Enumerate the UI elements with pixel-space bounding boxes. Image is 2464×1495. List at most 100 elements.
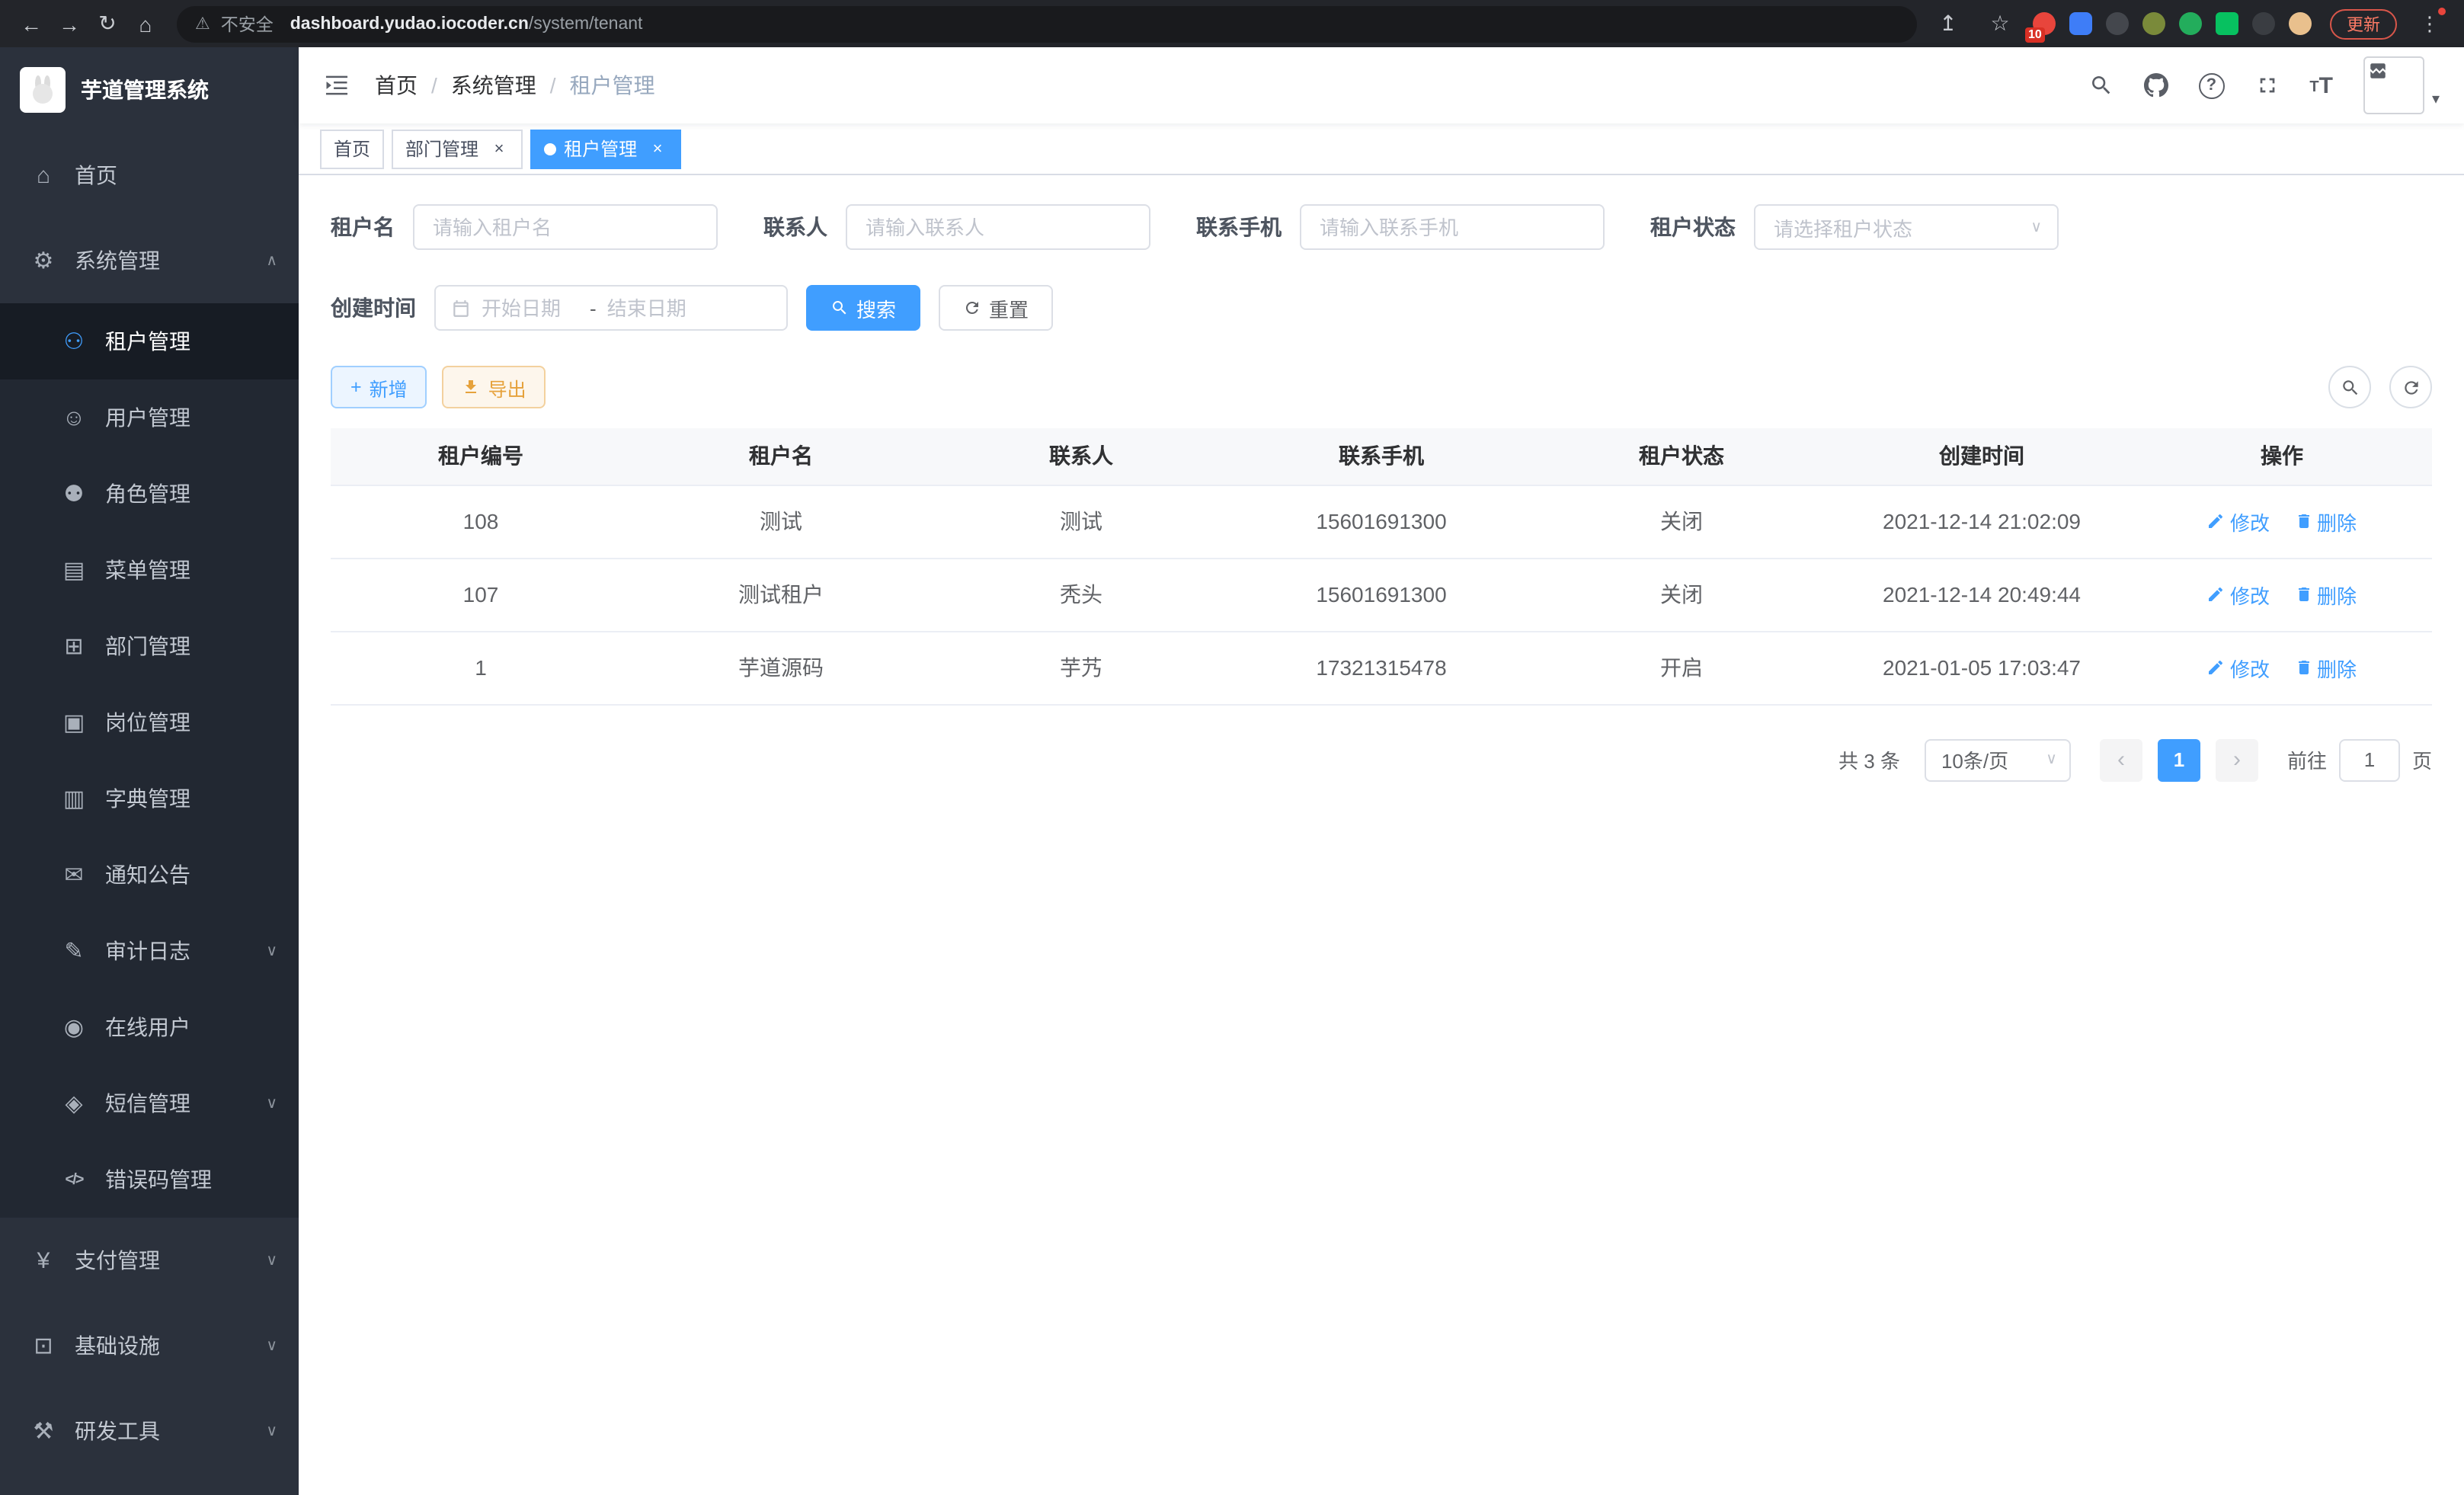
delete-link[interactable]: 删除 (2294, 653, 2357, 682)
tab-tenant[interactable]: 租户管理× (530, 129, 681, 168)
browser-forward-icon[interactable]: → (50, 5, 88, 43)
help-icon[interactable]: ? (2198, 72, 2224, 98)
sidebar-item-devtools[interactable]: ⚒ 研发工具 ∨ (0, 1388, 299, 1474)
sidebar-item-error-code[interactable]: </> 错误码管理 (0, 1141, 299, 1218)
app-logo[interactable]: 芋道管理系统 (0, 47, 299, 133)
users-icon: ⚇ (61, 328, 87, 355)
sidebar-item-menu[interactable]: ▤ 菜单管理 (0, 532, 299, 608)
end-date-input[interactable] (607, 296, 705, 319)
reset-button[interactable]: 重置 (939, 285, 1053, 331)
share-icon[interactable]: ↥ (1929, 5, 1967, 43)
date-range-picker[interactable]: - (434, 285, 788, 331)
fullscreen-icon[interactable] (2254, 73, 2279, 98)
logo-image (20, 67, 66, 113)
sidebar-item-audit-log[interactable]: ✎ 审计日志 ∨ (0, 913, 299, 989)
delete-label: 删除 (2317, 653, 2357, 682)
mobile-input[interactable] (1300, 204, 1605, 250)
delete-link[interactable]: 删除 (2294, 507, 2357, 536)
extensions-puzzle-icon[interactable] (2252, 12, 2275, 35)
filter-mobile: 联系手机 (1196, 204, 1605, 250)
status-select[interactable]: 请选择租户状态 ∨ (1754, 204, 2059, 250)
filter-create-time: 创建时间 - (331, 285, 788, 331)
table-tool-icons (2328, 366, 2432, 408)
add-button-label: 新增 (370, 373, 408, 402)
cell-status: 关闭 (1531, 558, 1832, 631)
page-button-1[interactable]: 1 (2158, 738, 2200, 781)
sidebar-item-sms[interactable]: ◈ 短信管理 ∨ (0, 1065, 299, 1141)
jump-page-input[interactable] (2339, 738, 2400, 781)
breadcrumb: 首页 / 系统管理 / 租户管理 (375, 70, 655, 101)
bookmark-star-icon[interactable]: ☆ (1981, 5, 2019, 43)
browser-reload-icon[interactable]: ↻ (88, 5, 126, 43)
extension-icon[interactable] (2069, 12, 2092, 35)
browser-home-icon[interactable]: ⌂ (126, 5, 165, 43)
filter-label: 联系手机 (1196, 212, 1282, 242)
caret-down-icon: ▾ (2432, 91, 2440, 114)
sidebar-item-post[interactable]: ▣ 岗位管理 (0, 684, 299, 760)
font-size-icon[interactable]: TT (2309, 74, 2333, 97)
sidebar-item-role[interactable]: ⚉ 角色管理 (0, 456, 299, 532)
sidebar-item-dict[interactable]: ▥ 字典管理 (0, 760, 299, 837)
browser-menu-icon[interactable]: ⋮ (2411, 5, 2449, 43)
prev-page-button[interactable]: ‹ (2100, 738, 2142, 781)
code-icon: </> (61, 1171, 87, 1188)
sidebar-item-user[interactable]: ☺ 用户管理 (0, 379, 299, 456)
sidebar-fold-icon[interactable] (323, 72, 350, 99)
sidebar-item-dept[interactable]: ⊞ 部门管理 (0, 608, 299, 684)
next-page-button[interactable]: › (2216, 738, 2258, 781)
tenant-name-input[interactable] (413, 204, 718, 250)
edit-link[interactable]: 修改 (2207, 653, 2270, 682)
chevron-up-icon: ∧ (266, 252, 277, 269)
breadcrumb-current: 租户管理 (570, 70, 655, 101)
sidebar-item-tenant[interactable]: ⚇ 租户管理 (0, 303, 299, 379)
start-date-input[interactable] (482, 296, 579, 319)
refresh-icon[interactable] (2389, 366, 2432, 408)
edit-link[interactable]: 修改 (2207, 580, 2270, 609)
browser-profile-avatar[interactable] (2289, 12, 2312, 35)
tab-label: 部门管理 (405, 136, 478, 162)
extension-badge: 10 (2025, 27, 2045, 43)
export-button[interactable]: 导出 (443, 366, 546, 408)
page-size-select[interactable]: 10条/页 ∨ (1925, 738, 2071, 781)
sidebar-item-notice[interactable]: ✉ 通知公告 (0, 837, 299, 913)
sidebar-item-pay[interactable]: ¥ 支付管理 ∨ (0, 1218, 299, 1303)
contact-input[interactable] (846, 204, 1150, 250)
extension-icon[interactable]: 10 (2033, 12, 2056, 35)
url-host: dashboard.yudao.iocoder.cn (290, 14, 529, 33)
badge-icon: ▣ (61, 709, 87, 736)
cell-phone: 17321315478 (1231, 631, 1531, 704)
search-icon[interactable] (2088, 73, 2113, 98)
tab-dept[interactable]: 部门管理 × (392, 129, 523, 168)
sidebar-item-system[interactable]: ⚙ 系统管理 ∧ (0, 218, 299, 303)
browser-update-button[interactable]: 更新 (2330, 8, 2397, 39)
close-icon[interactable]: × (648, 139, 667, 158)
github-icon[interactable] (2143, 73, 2168, 98)
menu-list-icon: ▤ (61, 556, 87, 584)
sidebar-item-label: 岗位管理 (105, 707, 190, 738)
sidebar-item-home[interactable]: ⌂ 首页 (0, 133, 299, 218)
extension-icon[interactable] (2142, 12, 2165, 35)
search-button[interactable]: 搜索 (806, 285, 920, 331)
breadcrumb-system[interactable]: 系统管理 (451, 70, 536, 101)
page-jumper: 前往 页 (2287, 738, 2432, 781)
sidebar-item-infra[interactable]: ⊡ 基础设施 ∨ (0, 1303, 299, 1388)
active-tab-dot (544, 142, 556, 155)
add-button[interactable]: + 新增 (331, 366, 427, 408)
extension-icon[interactable] (2106, 12, 2129, 35)
sidebar-item-online-user[interactable]: ◉ 在线用户 (0, 989, 299, 1065)
toggle-search-icon[interactable] (2328, 366, 2371, 408)
extension-icon[interactable] (2216, 12, 2238, 35)
extension-icon[interactable] (2179, 12, 2202, 35)
col-status: 租户状态 (1531, 428, 1832, 485)
edit-link[interactable]: 修改 (2207, 507, 2270, 536)
browser-actions: ↥ ☆ 10 更新 ⋮ (1929, 5, 2452, 43)
delete-link[interactable]: 删除 (2294, 580, 2357, 609)
breadcrumb-home[interactable]: 首页 (375, 70, 418, 101)
user-avatar[interactable]: ▾ (2363, 56, 2440, 114)
sidebar-item-label: 系统管理 (75, 245, 160, 276)
tab-home[interactable]: 首页 (320, 129, 384, 168)
address-bar[interactable]: ⚠ 不安全 dashboard.yudao.iocoder.cn/system/… (177, 5, 1917, 42)
browser-back-icon[interactable]: ← (12, 5, 50, 43)
close-icon[interactable]: × (489, 139, 509, 158)
tags-view-bar: 首页 部门管理 × 租户管理× (299, 123, 2464, 175)
